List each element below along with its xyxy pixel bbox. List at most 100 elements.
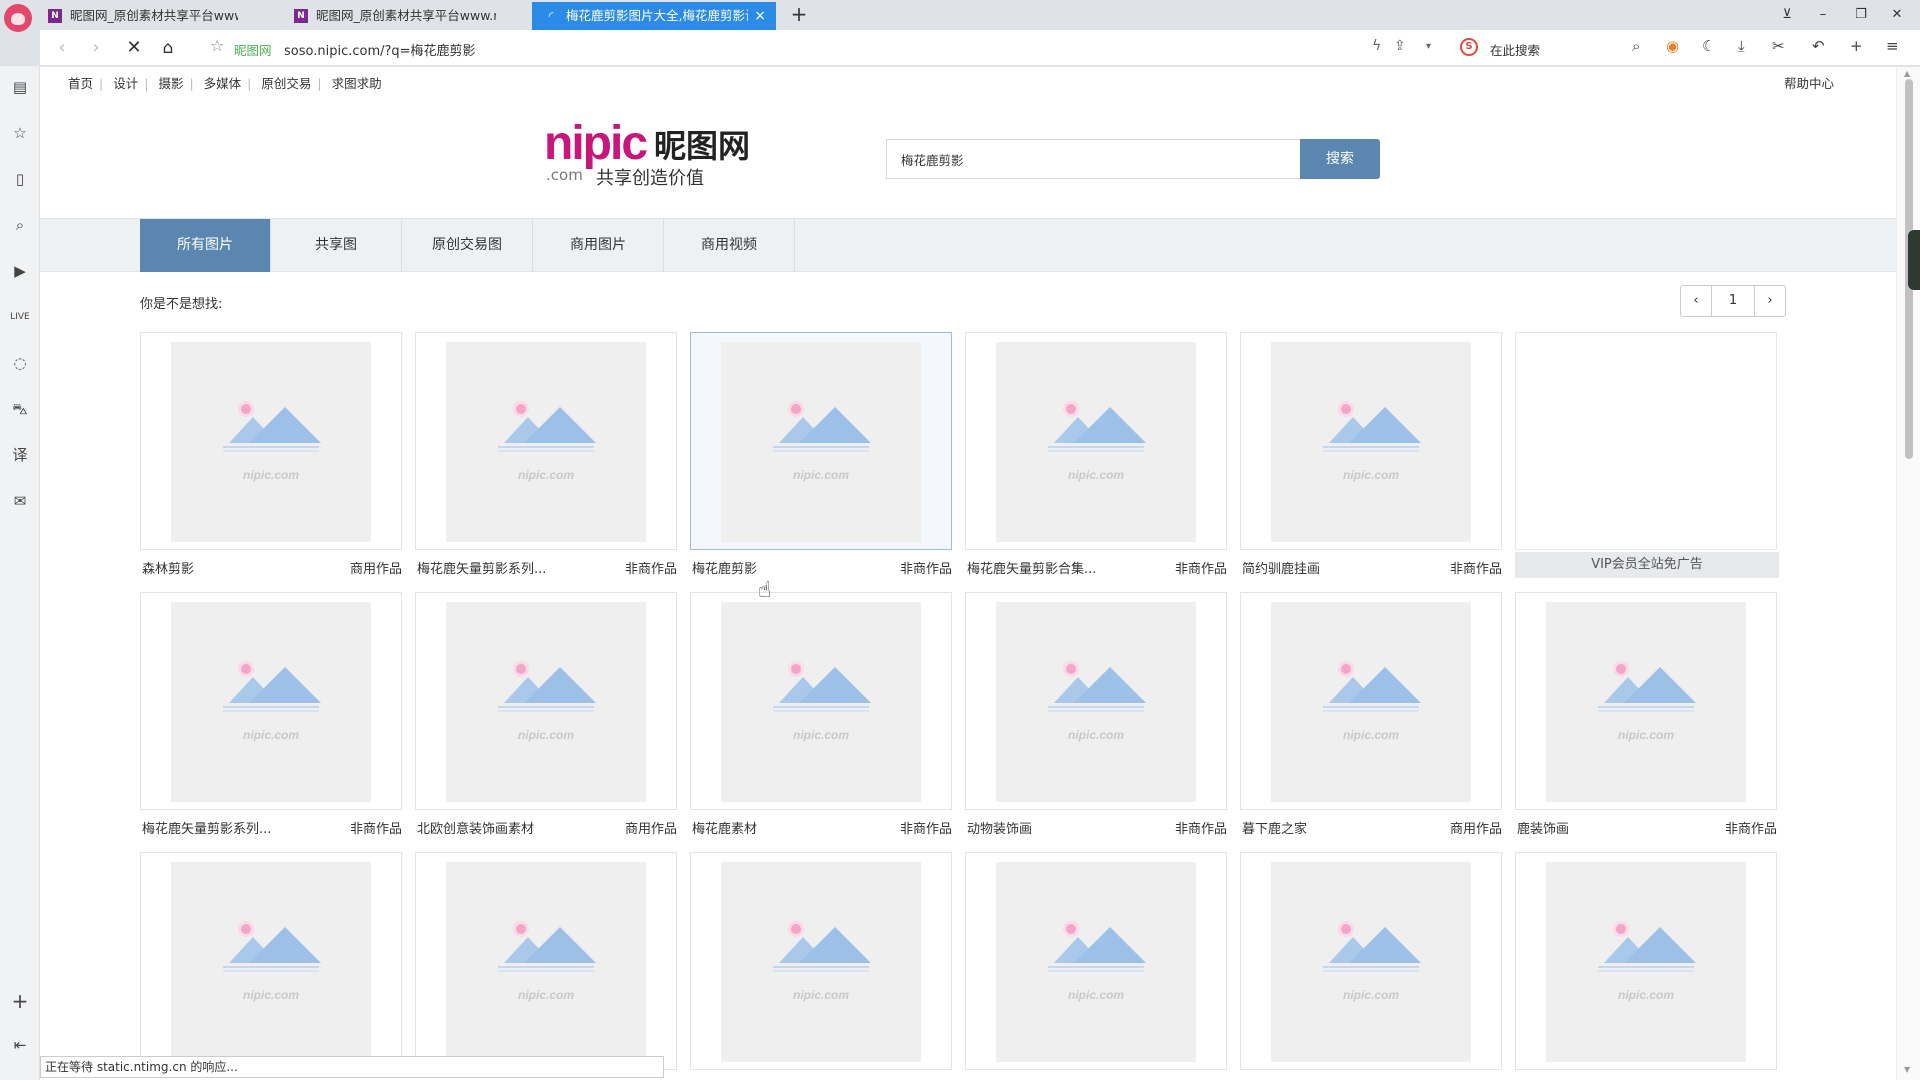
stop-loading-button[interactable]: ✕ bbox=[122, 36, 146, 60]
image-placeholder[interactable]: nipic.com bbox=[171, 342, 371, 542]
chevron-down-icon[interactable]: ▾ bbox=[1426, 41, 1431, 52]
result-title[interactable]: 梅花鹿剪影 bbox=[692, 558, 757, 577]
toplink-multimedia[interactable]: 多媒体 bbox=[204, 76, 242, 91]
tab-all-images[interactable]: 所有图片 bbox=[140, 219, 271, 272]
tab-commercial-video[interactable]: 商用视频 bbox=[664, 219, 795, 272]
screenshot-icon[interactable]: ✂ bbox=[1772, 37, 1785, 55]
thumbnail-frame[interactable]: nipic.com bbox=[140, 332, 402, 550]
result-title[interactable]: 动物装饰画 bbox=[967, 818, 1032, 837]
toplink-original-trade[interactable]: 原创交易 bbox=[261, 76, 311, 91]
tab-shared-images[interactable]: 共享图 bbox=[271, 219, 402, 272]
thumbnail-frame[interactable]: nipic.com bbox=[965, 592, 1227, 810]
toplink-home[interactable]: 首页 bbox=[68, 76, 93, 91]
thumbnail-frame[interactable]: nipic.com bbox=[1515, 592, 1777, 810]
thumbnail-frame[interactable]: nipic.com bbox=[965, 852, 1227, 1070]
toplink-design[interactable]: 设计 bbox=[113, 76, 138, 91]
menu-icon[interactable]: ≡ bbox=[1886, 37, 1899, 55]
thumbnail-frame[interactable]: nipic.com bbox=[690, 332, 952, 550]
image-placeholder[interactable]: nipic.com bbox=[446, 862, 646, 1062]
download-icon[interactable]: ⤓ bbox=[1738, 37, 1745, 55]
address-bar[interactable]: soso.nipic.com/?q=梅花鹿剪影 bbox=[284, 40, 476, 59]
result-title[interactable]: 鹿装饰画 bbox=[1517, 818, 1569, 837]
image-placeholder[interactable]: nipic.com bbox=[171, 602, 371, 802]
thumbnail-frame[interactable]: nipic.com bbox=[415, 332, 677, 550]
image-placeholder[interactable]: nipic.com bbox=[1271, 342, 1471, 542]
thumbnail-frame[interactable]: nipic.com bbox=[415, 852, 677, 1070]
result-card[interactable]: nipic.com bbox=[1515, 852, 1777, 1080]
tab-commercial-images[interactable]: 商用图片 bbox=[533, 219, 664, 272]
mailbox-icon[interactable]: ✉ bbox=[9, 490, 31, 512]
result-card[interactable]: nipic.com 北欧创意装饰画素材 商用作品 bbox=[415, 592, 677, 852]
result-card[interactable]: nipic.com 简约驯鹿挂画 非商作品 bbox=[1240, 332, 1502, 592]
result-card[interactable]: nipic.com 森林剪影 商用作品 bbox=[140, 332, 402, 592]
close-tab-icon[interactable]: × bbox=[754, 2, 766, 30]
result-title[interactable]: 梅花鹿矢量剪影系列... bbox=[417, 558, 546, 577]
side-panel-handle[interactable] bbox=[1908, 230, 1920, 290]
page-scrollbar[interactable]: ▲ ▼ bbox=[1896, 67, 1920, 1080]
image-placeholder[interactable]: nipic.com bbox=[721, 862, 921, 1062]
thumbnail-frame[interactable]: nipic.com bbox=[140, 852, 402, 1070]
result-card[interactable]: nipic.com 梅花鹿素材 非商作品 bbox=[690, 592, 952, 852]
image-placeholder[interactable]: nipic.com bbox=[996, 602, 1196, 802]
next-page-button[interactable]: › bbox=[1754, 285, 1786, 317]
help-center-link[interactable]: 帮助中心 bbox=[1784, 73, 1834, 92]
result-title[interactable]: 梅花鹿矢量剪影系列... bbox=[142, 818, 271, 837]
new-tab-button[interactable]: + bbox=[786, 2, 812, 28]
thumbnail-frame[interactable] bbox=[1515, 332, 1777, 550]
image-placeholder[interactable]: nipic.com bbox=[996, 862, 1196, 1062]
result-card[interactable]: nipic.com bbox=[1240, 852, 1502, 1080]
page-number[interactable]: 1 bbox=[1711, 285, 1755, 317]
scroll-down-icon[interactable]: ▼ bbox=[1904, 1065, 1910, 1074]
site-search-input[interactable]: 梅花鹿剪影 bbox=[886, 139, 1300, 179]
restore-button[interactable]: ❐ bbox=[1848, 3, 1874, 27]
result-title[interactable]: 森林剪影 bbox=[142, 558, 194, 577]
back-button[interactable]: ‹ bbox=[50, 36, 74, 60]
close-window-button[interactable]: ✕ bbox=[1884, 3, 1910, 27]
toplink-request[interactable]: 求图求助 bbox=[332, 76, 382, 91]
result-title[interactable]: 简约驯鹿挂画 bbox=[1242, 558, 1320, 577]
result-card[interactable]: nipic.com 梅花鹿剪影 非商作品 bbox=[690, 332, 952, 592]
image-placeholder[interactable]: nipic.com bbox=[446, 602, 646, 802]
add-sidebar-icon[interactable]: + bbox=[9, 990, 31, 1012]
result-title[interactable]: 梅花鹿素材 bbox=[692, 818, 757, 837]
pin-icon[interactable]: ⊻ bbox=[1774, 3, 1800, 27]
search-engine-icon[interactable]: S bbox=[1460, 38, 1478, 56]
thumbnail-frame[interactable]: nipic.com bbox=[1240, 852, 1502, 1070]
browser-tab[interactable]: N 昵图网_原创素材共享平台www.nipic bbox=[36, 2, 272, 30]
result-card[interactable]: nipic.com 暮下鹿之家 商用作品 bbox=[1240, 592, 1502, 852]
browser-search-input[interactable]: 在此搜索 bbox=[1490, 40, 1540, 59]
result-title[interactable]: 暮下鹿之家 bbox=[1242, 818, 1307, 837]
site-logo[interactable]: nipic 昵图网 .com 共享创造价值 bbox=[544, 120, 764, 190]
undo-icon[interactable]: ↶ bbox=[1812, 37, 1825, 55]
chat-icon[interactable]: ◌ bbox=[9, 352, 31, 374]
result-card[interactable]: nipic.com 梅花鹿矢量剪影系列... 非商作品 bbox=[415, 332, 677, 592]
image-placeholder[interactable]: nipic.com bbox=[721, 342, 921, 542]
image-placeholder[interactable]: nipic.com bbox=[1546, 602, 1746, 802]
forward-button[interactable]: › bbox=[84, 36, 108, 60]
toplink-photo[interactable]: 摄影 bbox=[158, 76, 183, 91]
bookmark-star-icon[interactable]: ☆ bbox=[210, 36, 224, 55]
add-icon[interactable]: + bbox=[1850, 37, 1863, 55]
search-icon[interactable]: ⌕ bbox=[9, 214, 31, 236]
live-icon[interactable]: LIVE bbox=[9, 306, 31, 328]
image-placeholder[interactable]: nipic.com bbox=[171, 862, 371, 1062]
scroll-up-icon[interactable]: ▲ bbox=[1904, 69, 1910, 78]
favorites-star-icon[interactable]: ☆ bbox=[9, 122, 31, 144]
result-card[interactable]: nipic.com bbox=[415, 852, 677, 1080]
image-placeholder[interactable]: nipic.com bbox=[996, 342, 1196, 542]
thumbnail-frame[interactable]: nipic.com bbox=[690, 852, 952, 1070]
result-card[interactable]: nipic.com 梅花鹿矢量剪影系列... 非商作品 bbox=[140, 592, 402, 852]
night-mode-icon[interactable]: ☾ bbox=[1702, 37, 1715, 55]
result-card[interactable]: nipic.com bbox=[140, 852, 402, 1080]
share-icon[interactable]: ⇪ bbox=[1394, 38, 1406, 54]
collapse-sidebar-icon[interactable]: ⇤ bbox=[9, 1034, 31, 1056]
vip-ad-label[interactable]: VIP会员全站免广告 bbox=[1515, 552, 1779, 578]
vip-ad-card[interactable]: VIP会员全站免广告 bbox=[1515, 332, 1779, 592]
result-card[interactable]: nipic.com 梅花鹿矢量剪影合集... 非商作品 bbox=[965, 332, 1227, 592]
search-button[interactable]: 搜索 bbox=[1300, 139, 1380, 179]
prev-page-button[interactable]: ‹ bbox=[1680, 285, 1712, 317]
result-card[interactable]: nipic.com bbox=[965, 852, 1227, 1080]
home-button[interactable]: ⌂ bbox=[156, 36, 180, 60]
thumbnail-frame[interactable]: nipic.com bbox=[1515, 852, 1777, 1070]
thumbnail-frame[interactable]: nipic.com bbox=[1240, 332, 1502, 550]
